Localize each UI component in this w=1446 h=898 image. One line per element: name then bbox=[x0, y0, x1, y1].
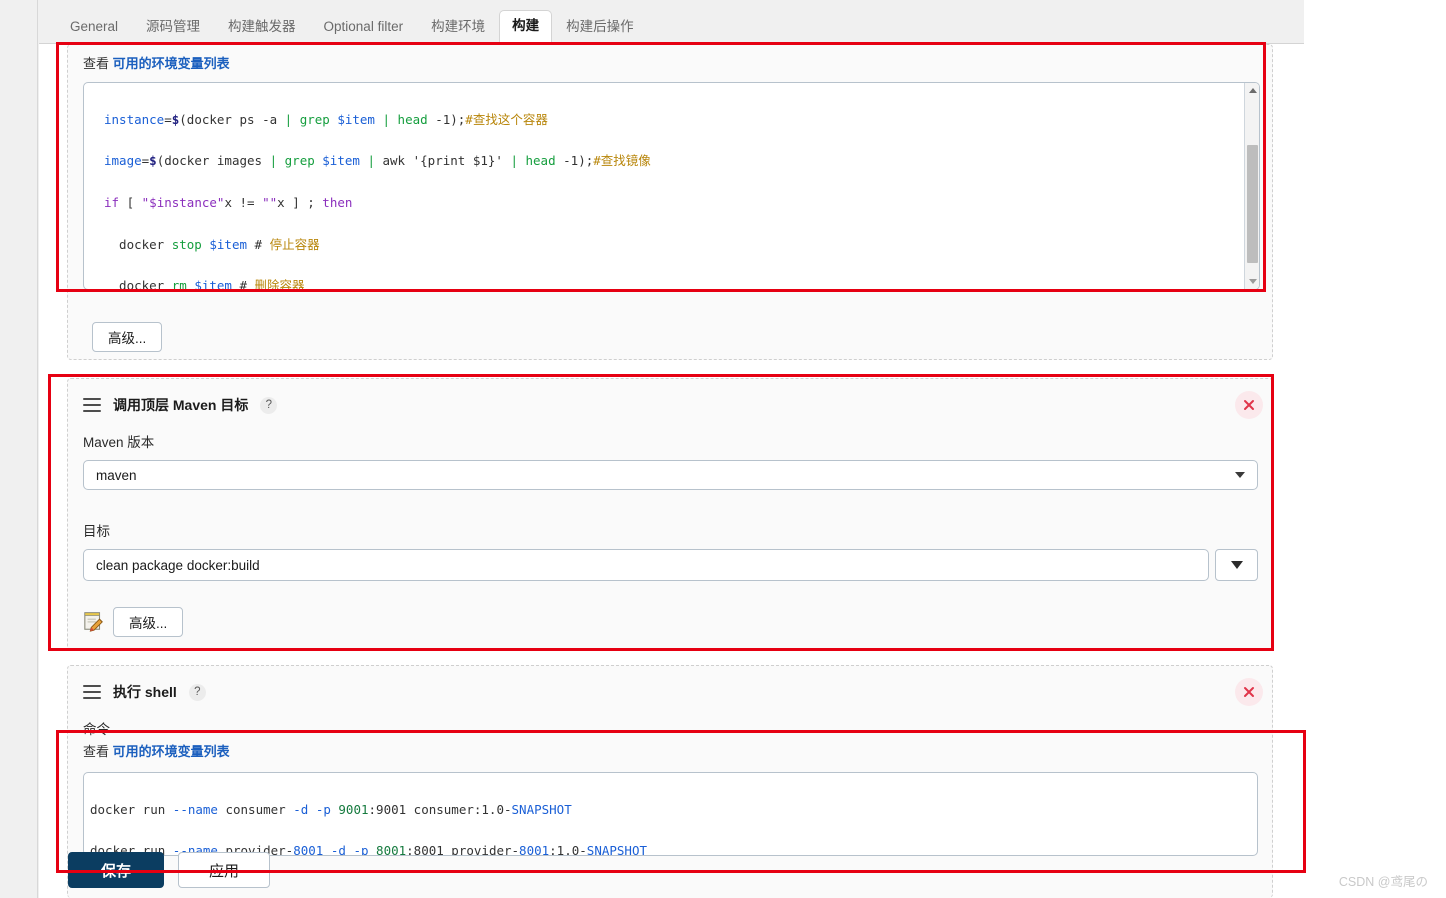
help-icon-shell[interactable]: ? bbox=[188, 683, 206, 701]
scrollbar-thumb[interactable] bbox=[1247, 145, 1258, 263]
tab-build-environment[interactable]: 构建环境 bbox=[417, 12, 499, 45]
env-var-hint-top: 查看 可用的环境变量列表 bbox=[83, 56, 230, 72]
jenkins-job-config-page: General 源码管理 构建触发器 Optional filter 构建环境 … bbox=[0, 0, 1446, 898]
tab-build-triggers[interactable]: 构建触发器 bbox=[214, 12, 310, 45]
drag-handle-icon[interactable] bbox=[83, 398, 101, 412]
env-var-hint-prefix-top: 查看 bbox=[83, 56, 113, 71]
left-gutter bbox=[0, 0, 38, 898]
tab-general[interactable]: General bbox=[56, 12, 132, 45]
shell-builder-block-top: 查看 可用的环境变量列表 instance=$(docker ps -a | g… bbox=[67, 44, 1273, 360]
env-var-link-bottom[interactable]: 可用的环境变量列表 bbox=[113, 744, 230, 759]
close-icon bbox=[1244, 400, 1254, 410]
shell-command-label: 命令 bbox=[83, 722, 110, 737]
maven-version-select[interactable]: maven bbox=[83, 460, 1258, 490]
close-icon-shell bbox=[1244, 687, 1254, 697]
tab-post-build-actions[interactable]: 构建后操作 bbox=[552, 12, 648, 45]
tab-optional-filter[interactable]: Optional filter bbox=[310, 12, 418, 45]
drag-handle-icon-shell[interactable] bbox=[83, 685, 101, 699]
env-var-hint-prefix-bottom: 查看 bbox=[83, 744, 113, 759]
config-tabbar: General 源码管理 构建触发器 Optional filter 构建环境 … bbox=[39, 0, 1304, 45]
maven-block-title: 调用顶层 Maven 目标 bbox=[113, 397, 249, 413]
shell-code-content-bottom[interactable]: docker run --name consumer -d -p 9001:90… bbox=[84, 773, 1257, 855]
maven-builder-block: 调用顶层 Maven 目标 ? Maven 版本 maven 目标 clean … bbox=[67, 378, 1273, 650]
shell-code-editor-bottom[interactable]: docker run --name consumer -d -p 9001:90… bbox=[83, 772, 1258, 856]
advanced-button-top[interactable]: 高级... bbox=[92, 322, 163, 352]
maven-goals-label: 目标 bbox=[83, 524, 110, 539]
shell-block-title: 执行 shell bbox=[113, 684, 177, 700]
remove-shell-step-button[interactable] bbox=[1235, 678, 1263, 706]
scrollbar-up-arrow-icon[interactable] bbox=[1245, 83, 1259, 98]
maven-block-header: 调用顶层 Maven 目标 ? bbox=[83, 395, 278, 415]
tab-list: General 源码管理 构建触发器 Optional filter 构建环境 … bbox=[39, 0, 1304, 45]
shell-block-header: 执行 shell ? bbox=[83, 682, 206, 702]
shell-code-editor-top[interactable]: instance=$(docker ps -a | grep $item | h… bbox=[83, 82, 1260, 290]
tab-source-management[interactable]: 源码管理 bbox=[132, 12, 214, 45]
code-editor-scrollbar-top[interactable] bbox=[1244, 83, 1259, 289]
maven-goals-dropdown-button[interactable] bbox=[1215, 549, 1258, 581]
right-gutter bbox=[1304, 0, 1446, 898]
maven-goals-value: clean package docker:build bbox=[96, 557, 260, 573]
env-var-hint-bottom: 查看 可用的环境变量列表 bbox=[83, 744, 230, 760]
help-icon-maven[interactable]: ? bbox=[260, 396, 278, 414]
save-button[interactable]: 保存 bbox=[68, 852, 164, 888]
env-var-link-top[interactable]: 可用的环境变量列表 bbox=[113, 56, 230, 71]
triangle-down-icon bbox=[1230, 561, 1243, 569]
remove-maven-step-button[interactable] bbox=[1235, 391, 1263, 419]
tab-build[interactable]: 构建 bbox=[499, 10, 553, 45]
scrollbar-down-arrow-icon[interactable] bbox=[1245, 274, 1259, 289]
apply-button[interactable]: 应用 bbox=[178, 852, 270, 888]
maven-version-value: maven bbox=[96, 467, 137, 483]
notepad-edit-icon bbox=[84, 612, 103, 632]
advanced-button-maven[interactable]: 高级... bbox=[113, 607, 184, 637]
maven-version-label: Maven 版本 bbox=[83, 435, 155, 450]
maven-goals-input[interactable]: clean package docker:build bbox=[83, 549, 1209, 581]
csdn-watermark: CSDN @鸢尾の bbox=[1338, 875, 1428, 889]
maven-edit-icon-wrapper[interactable] bbox=[83, 610, 105, 632]
chevron-down-icon bbox=[1235, 472, 1245, 478]
shell-code-content-top[interactable]: instance=$(docker ps -a | grep $item | h… bbox=[84, 83, 1259, 289]
